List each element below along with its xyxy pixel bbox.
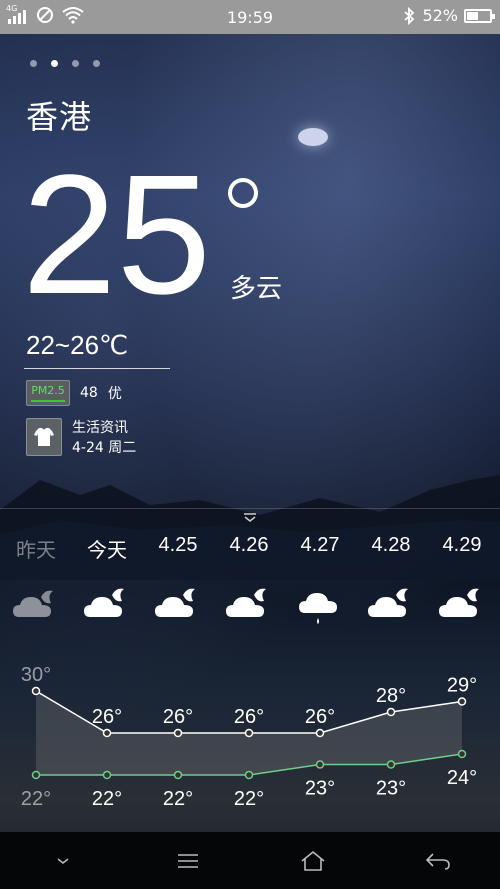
forecast-day-label[interactable]: 4.28	[356, 534, 426, 557]
temp-point	[244, 728, 254, 738]
high-temp-label: 26°	[92, 706, 122, 728]
temp-point	[102, 770, 112, 780]
temperature-range: 22~26℃	[26, 330, 129, 360]
high-temp-label: 26°	[234, 706, 264, 728]
city-name[interactable]: 香港	[26, 92, 92, 138]
temp-point	[173, 770, 183, 780]
partly-cloudy-night-icon	[368, 588, 408, 617]
home-icon[interactable]	[283, 841, 343, 881]
degree-symbol	[228, 178, 258, 208]
page-indicator[interactable]	[30, 60, 100, 67]
weather-condition: 多云	[230, 274, 283, 304]
pm25-quality: 优	[107, 386, 122, 402]
temp-point	[386, 760, 396, 769]
chevron-down-icon[interactable]	[33, 841, 93, 881]
partly-cloudy-night-icon	[155, 588, 195, 617]
battery-percent: 52%	[422, 6, 458, 25]
drag-handle-icon[interactable]	[242, 512, 258, 522]
high-temp-label: 26°	[163, 706, 193, 728]
temp-point	[386, 707, 396, 717]
low-temp-label: 22°	[234, 788, 264, 810]
bluetooth-icon	[404, 6, 415, 25]
moon	[298, 128, 328, 146]
navigation-bar	[0, 832, 500, 889]
forecast-day-label[interactable]: 4.26	[214, 534, 284, 557]
forecast-days: 昨天 今天 4.25 4.26 4.27 4.28 4.29	[0, 534, 500, 564]
battery-icon	[464, 8, 495, 23]
temp-point	[315, 760, 325, 769]
temp-point	[244, 770, 254, 780]
temperature-chart: 30° 26° 26° 26° 26° 28° 29° 22° 22° 22° 22° 23° 23° 2…	[21, 664, 477, 810]
high-temp-label: 30°	[21, 664, 51, 686]
forecast-day-label[interactable]: 4.25	[143, 534, 213, 557]
air-quality[interactable]: PM2.5 48 优	[26, 380, 122, 406]
pm25-badge: PM2.5	[26, 380, 70, 406]
page-dot[interactable]	[72, 60, 79, 67]
forecast-icons	[0, 585, 500, 635]
page-dot[interactable]	[51, 60, 58, 67]
life-info[interactable]: 生活资讯 4-24 周二	[26, 418, 136, 458]
temp-point	[457, 749, 467, 759]
life-info-title: 生活资讯	[72, 420, 128, 436]
status-bar: 4G 19:59 52%	[0, 0, 500, 34]
temp-point	[31, 686, 41, 696]
partly-cloudy-night-icon	[439, 588, 479, 617]
forecast-day-label[interactable]: 4.29	[427, 534, 497, 557]
current-temperature: 25	[22, 140, 212, 330]
low-temp-label: 23°	[305, 778, 335, 800]
temp-point	[31, 770, 41, 780]
low-temp-label: 24°	[447, 767, 477, 789]
low-temp-label: 22°	[163, 788, 193, 810]
forecast-day-label[interactable]: 昨天	[1, 534, 71, 563]
partly-cloudy-night-icon	[226, 588, 266, 617]
shirt-icon	[26, 418, 62, 456]
pm25-value: 48	[80, 385, 98, 401]
back-icon[interactable]	[408, 841, 468, 881]
cloudy-night-icon	[13, 590, 53, 617]
temp-point	[102, 728, 112, 738]
page-dot[interactable]	[30, 60, 37, 67]
low-temp-label: 22°	[21, 788, 51, 810]
rain-icon	[299, 593, 337, 624]
low-temp-label: 23°	[376, 778, 406, 800]
menu-icon[interactable]	[158, 841, 218, 881]
high-temp-label: 28°	[376, 685, 406, 707]
temp-point	[315, 728, 325, 738]
temp-point	[173, 728, 183, 738]
high-temp-label: 26°	[305, 706, 335, 728]
forecast-divider	[0, 508, 500, 509]
divider	[24, 368, 170, 369]
forecast-day-label[interactable]: 今天	[72, 534, 142, 563]
forecast-day-label[interactable]: 4.27	[285, 534, 355, 557]
page-dot[interactable]	[93, 60, 100, 67]
low-temp-label: 22°	[92, 788, 122, 810]
temp-point	[457, 697, 467, 706]
partly-cloudy-night-icon	[84, 588, 124, 617]
high-temp-label: 29°	[447, 675, 477, 697]
life-info-date: 4-24 周二	[72, 440, 137, 456]
